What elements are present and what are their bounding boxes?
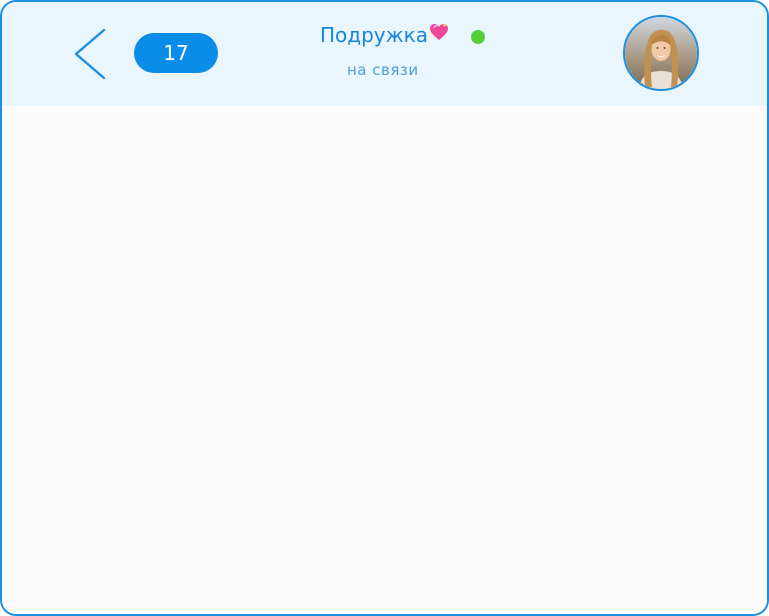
contact-name: Подружка	[320, 23, 428, 47]
chat-window: 17 Подружка на связи	[0, 0, 769, 616]
back-button[interactable]	[70, 26, 112, 82]
contact-avatar[interactable]	[623, 15, 699, 91]
unread-count-badge[interactable]: 17	[134, 33, 218, 73]
message-area	[2, 106, 767, 614]
online-status-indicator	[471, 30, 485, 44]
sparkling-heart-icon	[429, 22, 449, 42]
contact-title: Подружка	[320, 21, 449, 49]
chevron-left-icon	[74, 28, 106, 80]
chat-header: 17 Подружка на связи	[2, 2, 767, 106]
avatar-image	[625, 17, 697, 89]
contact-status: на связи	[347, 61, 419, 79]
